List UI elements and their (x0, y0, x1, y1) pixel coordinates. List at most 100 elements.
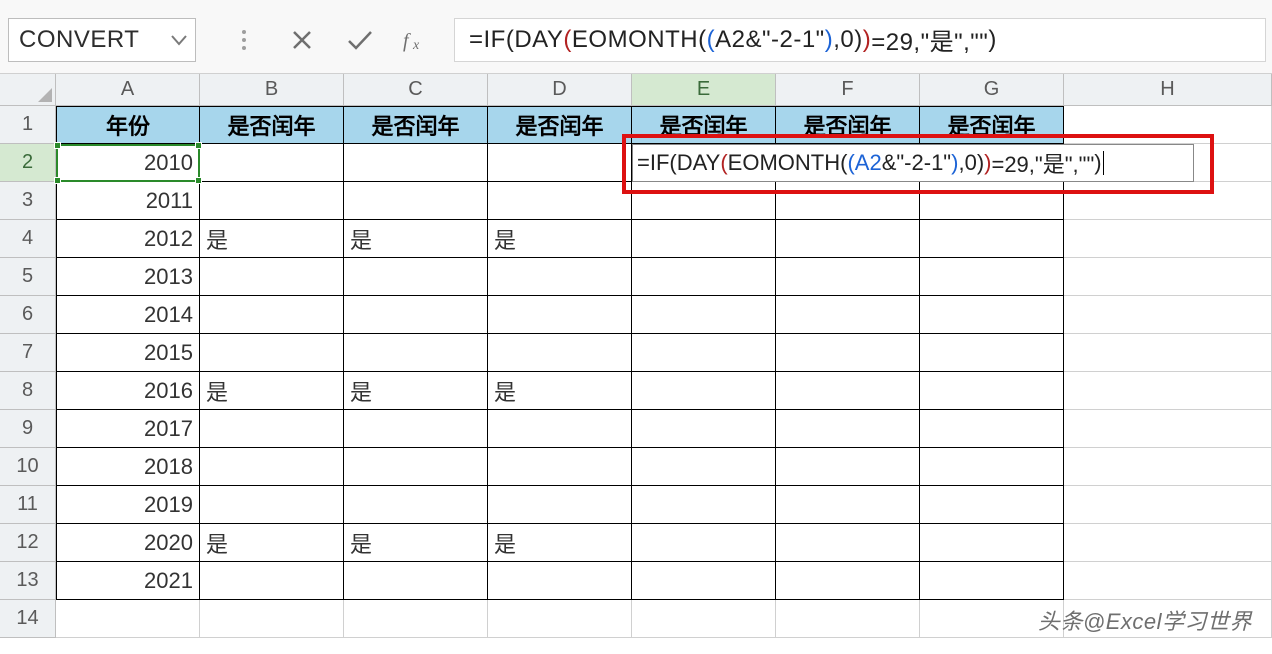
cell[interactable] (776, 220, 920, 258)
cell[interactable]: 是 (488, 220, 632, 258)
formula-input[interactable]: =IF(DAY(EOMONTH((A2&"-2-1"),0))=29,"是","… (454, 18, 1266, 62)
cell[interactable] (632, 486, 776, 524)
header-cell[interactable]: 是否闰年 (632, 106, 776, 144)
cell[interactable] (488, 486, 632, 524)
row-header-12[interactable]: 12 (0, 524, 56, 562)
cell[interactable] (200, 448, 344, 486)
cell[interactable] (920, 562, 1064, 600)
cell[interactable] (920, 524, 1064, 562)
cell[interactable]: 2021 (56, 562, 200, 600)
cell[interactable] (488, 296, 632, 334)
cell[interactable] (920, 486, 1064, 524)
row-header-6[interactable]: 6 (0, 296, 56, 334)
cell[interactable] (776, 562, 920, 600)
row-header-3[interactable]: 3 (0, 182, 56, 220)
cell[interactable]: 是 (344, 372, 488, 410)
cell[interactable] (920, 410, 1064, 448)
cell[interactable]: 是 (200, 524, 344, 562)
cell-editor[interactable]: =IF(DAY(EOMONTH((A2&"-2-1"),0))=29,"是","… (632, 144, 1194, 182)
cell[interactable] (344, 296, 488, 334)
cell[interactable] (776, 372, 920, 410)
row-header-1[interactable]: 1 (0, 106, 56, 144)
row-header-10[interactable]: 10 (0, 448, 56, 486)
cell[interactable] (1064, 448, 1272, 486)
header-cell[interactable] (1064, 106, 1272, 144)
more-icon[interactable] (226, 22, 262, 58)
cell[interactable] (344, 182, 488, 220)
header-cell[interactable]: 是否闰年 (776, 106, 920, 144)
col-header-D[interactable]: D (488, 74, 632, 106)
cell[interactable] (344, 144, 488, 182)
cell[interactable] (632, 334, 776, 372)
cell[interactable] (200, 258, 344, 296)
cell[interactable]: 2016 (56, 372, 200, 410)
cell[interactable] (200, 296, 344, 334)
cell[interactable]: 2019 (56, 486, 200, 524)
cell[interactable] (488, 334, 632, 372)
cell[interactable] (488, 448, 632, 486)
cell[interactable] (632, 524, 776, 562)
row-header-9[interactable]: 9 (0, 410, 56, 448)
cell[interactable] (1064, 296, 1272, 334)
cell[interactable]: 2012 (56, 220, 200, 258)
row-header-8[interactable]: 8 (0, 372, 56, 410)
cell[interactable] (920, 258, 1064, 296)
col-header-B[interactable]: B (200, 74, 344, 106)
cell[interactable]: 2014 (56, 296, 200, 334)
header-cell[interactable]: 是否闰年 (920, 106, 1064, 144)
cell[interactable] (488, 144, 632, 182)
cell[interactable] (1064, 220, 1272, 258)
cell[interactable] (776, 410, 920, 448)
col-header-E[interactable]: E (632, 74, 776, 106)
cell[interactable] (1064, 410, 1272, 448)
cell[interactable] (200, 144, 344, 182)
cell[interactable] (632, 296, 776, 334)
col-header-C[interactable]: C (344, 74, 488, 106)
cell[interactable] (56, 600, 200, 638)
cell[interactable] (632, 258, 776, 296)
cell[interactable] (1064, 562, 1272, 600)
row-header-11[interactable]: 11 (0, 486, 56, 524)
cell[interactable] (776, 448, 920, 486)
cell[interactable] (776, 600, 920, 638)
cell-grid[interactable]: 年份是否闰年是否闰年是否闰年是否闰年是否闰年是否闰年201020112012是是… (56, 106, 1272, 638)
cell[interactable] (200, 410, 344, 448)
row-header-4[interactable]: 4 (0, 220, 56, 258)
cell[interactable] (344, 410, 488, 448)
cell[interactable] (632, 182, 776, 220)
row-header-5[interactable]: 5 (0, 258, 56, 296)
col-header-G[interactable]: G (920, 74, 1064, 106)
select-all-corner[interactable] (0, 74, 56, 106)
cell[interactable] (200, 334, 344, 372)
cell[interactable] (344, 562, 488, 600)
cell[interactable] (920, 182, 1064, 220)
cell[interactable] (1064, 334, 1272, 372)
cell[interactable] (920, 220, 1064, 258)
cell[interactable]: 是 (344, 524, 488, 562)
cell[interactable] (488, 562, 632, 600)
cell[interactable]: 2015 (56, 334, 200, 372)
cell[interactable] (920, 372, 1064, 410)
cell[interactable]: 2017 (56, 410, 200, 448)
cell[interactable] (920, 296, 1064, 334)
cell[interactable] (344, 334, 488, 372)
chevron-down-icon[interactable] (171, 34, 187, 46)
row-header-7[interactable]: 7 (0, 334, 56, 372)
cell[interactable] (200, 562, 344, 600)
enter-icon[interactable] (342, 22, 378, 58)
cell[interactable] (776, 258, 920, 296)
cell[interactable]: 是 (344, 220, 488, 258)
cell[interactable] (1064, 372, 1272, 410)
cell[interactable]: 是 (200, 220, 344, 258)
cell[interactable] (1064, 524, 1272, 562)
cell[interactable]: 是 (488, 524, 632, 562)
cell[interactable] (488, 410, 632, 448)
row-header-14[interactable]: 14 (0, 600, 56, 638)
cell[interactable] (920, 448, 1064, 486)
cell[interactable] (632, 600, 776, 638)
cell[interactable]: 2020 (56, 524, 200, 562)
col-header-A[interactable]: A (56, 74, 200, 106)
cell[interactable] (1064, 182, 1272, 220)
cell[interactable] (344, 448, 488, 486)
cell[interactable] (1064, 258, 1272, 296)
